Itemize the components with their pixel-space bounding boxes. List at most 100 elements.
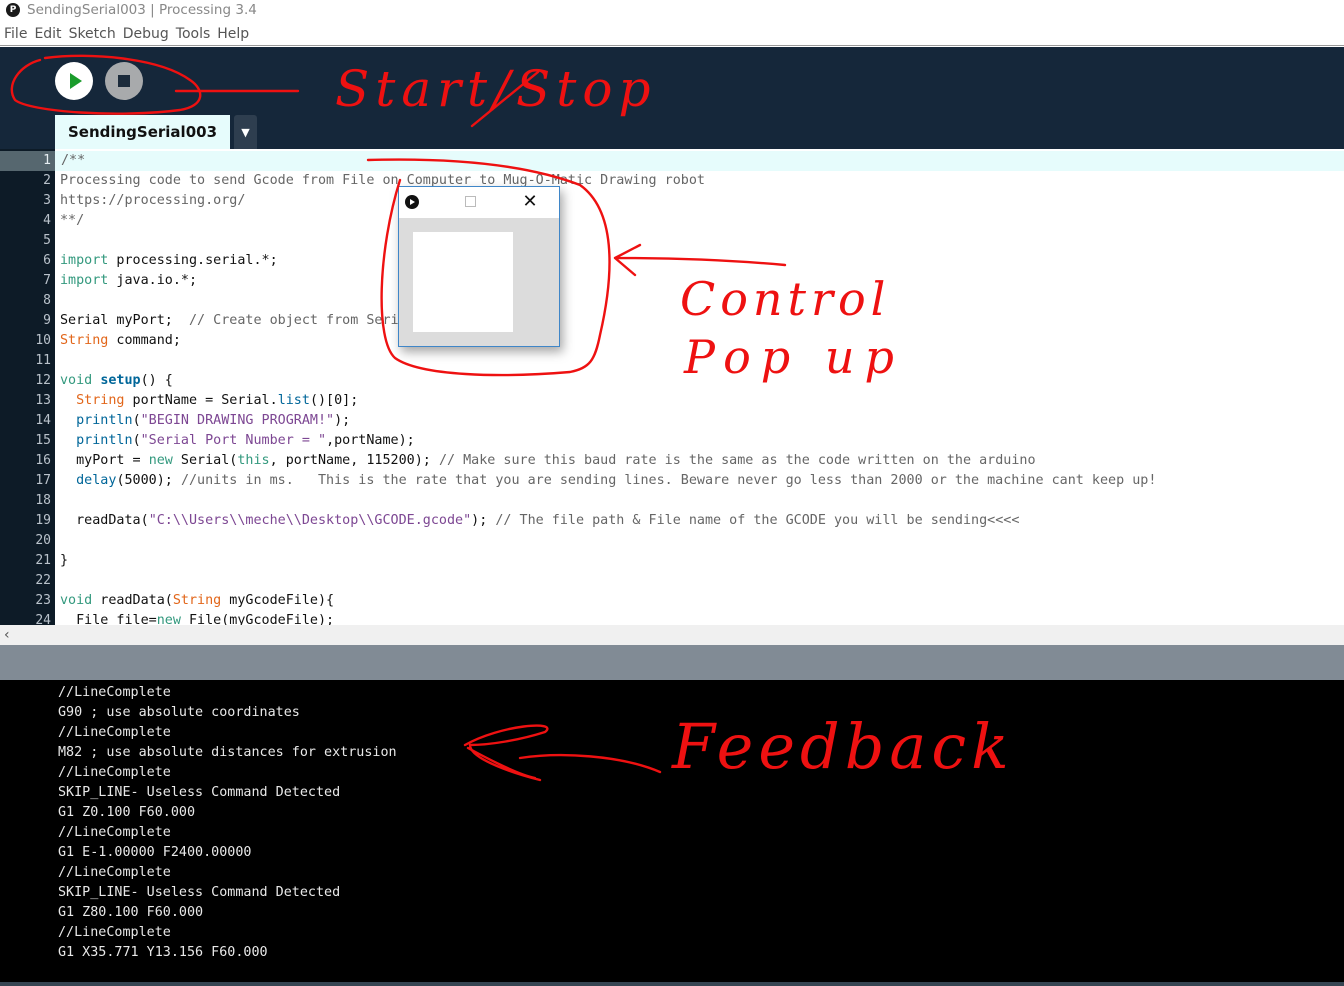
run-button[interactable] xyxy=(55,62,93,100)
code-text: File file=new File(myGcodeFile); xyxy=(52,611,334,625)
code-line[interactable]: 15 println("Serial Port Number = ",portN… xyxy=(0,431,1344,451)
code-text: String command; xyxy=(52,331,181,351)
code-token: Serial myPort; xyxy=(60,313,189,328)
code-token: // Make sure this baud rate is the same … xyxy=(438,453,1036,468)
code-line[interactable]: 8 xyxy=(0,291,1344,311)
code-line[interactable]: 10 String command; xyxy=(0,331,1344,351)
code-text: println("Serial Port Number = ",portName… xyxy=(52,431,415,451)
menu-sketch[interactable]: Sketch xyxy=(69,26,116,42)
line-number: 1 xyxy=(0,151,55,171)
line-number: 8 xyxy=(43,293,51,308)
code-token: println xyxy=(76,433,133,448)
code-line[interactable]: 20 xyxy=(0,531,1344,551)
code-line[interactable]: 1 /** xyxy=(0,151,1344,171)
code-token: //units in ms. This is the rate that you… xyxy=(180,473,1157,488)
code-line[interactable]: 9 Serial myPort; // Create object from Se… xyxy=(0,311,1344,331)
code-line[interactable]: 14 println("BEGIN DRAWING PROGRAM!"); xyxy=(0,411,1344,431)
code-token: ,portName); xyxy=(326,433,415,448)
code-token: void xyxy=(60,593,93,608)
code-line[interactable]: 6 import processing.serial.*; xyxy=(0,251,1344,271)
code-token: processing.serial.*; xyxy=(108,253,278,268)
popup-titlebar[interactable]: ✕ xyxy=(399,187,559,218)
menu-debug[interactable]: Debug xyxy=(123,26,169,42)
line-number: 18 xyxy=(35,493,51,508)
code-line[interactable]: 24 File file=new File(myGcodeFile); xyxy=(0,611,1344,625)
console-line: SKIP_LINE- Useless Command Detected xyxy=(58,885,341,900)
code-line[interactable]: 16 myPort = new Serial(this, portName, 1… xyxy=(0,451,1344,471)
menu-tools[interactable]: Tools xyxy=(176,26,211,42)
maximize-icon[interactable] xyxy=(465,196,476,207)
code-token: String xyxy=(60,333,109,348)
sketch-canvas[interactable] xyxy=(413,232,513,332)
code-token: delay xyxy=(76,473,117,488)
code-token: void xyxy=(60,373,93,388)
code-text: readData("C:\\Users\\meche\\Desktop\\GCO… xyxy=(52,511,1019,531)
code-line[interactable]: 17 delay(5000); //units in ms. This is t… xyxy=(0,471,1344,491)
menu-help[interactable]: Help xyxy=(217,26,249,42)
code-token: // The file path & File name of the GCOD… xyxy=(495,513,1020,528)
code-text: myPort = new Serial(this, portName, 1152… xyxy=(52,451,1036,471)
code-line[interactable]: 2 Processing code to send Gcode from File… xyxy=(0,171,1344,191)
sketch-popup-window[interactable]: ✕ xyxy=(398,186,560,347)
annotation-start-stop: Start/Stop xyxy=(335,60,657,118)
stop-button[interactable] xyxy=(105,62,143,100)
console-line: //LineComplete xyxy=(58,725,171,740)
line-number: 11 xyxy=(35,353,51,368)
message-area xyxy=(0,645,1344,680)
code-line[interactable]: 3 https://processing.org/ xyxy=(0,191,1344,211)
code-text: void setup() { xyxy=(52,371,173,391)
console-line: G90 ; use absolute coordinates xyxy=(58,705,300,720)
code-line[interactable]: 23 void readData(String myGcodeFile){ xyxy=(0,591,1344,611)
menu-file[interactable]: File xyxy=(4,26,27,42)
code-line[interactable]: 19 readData("C:\\Users\\meche\\Desktop\\… xyxy=(0,511,1344,531)
close-icon[interactable]: ✕ xyxy=(521,191,539,213)
line-number: 22 xyxy=(35,573,51,588)
code-token: import xyxy=(60,253,109,268)
code-text: Processing code to send Gcode from File … xyxy=(52,171,705,191)
code-token: String xyxy=(172,593,222,608)
code-token: import xyxy=(60,273,109,288)
code-editor[interactable]: 1 /** 2 Processing code to send Gcode from … xyxy=(0,149,1344,625)
tab-menu-button[interactable]: ▼ xyxy=(234,115,257,149)
code-token: , portName, 115200); xyxy=(269,453,439,468)
line-number: 2 xyxy=(43,173,51,188)
code-line[interactable]: 4 **/ xyxy=(0,211,1344,231)
annotation-control-popup-line2: Pop up xyxy=(684,330,904,384)
console-line: //LineComplete xyxy=(58,685,171,700)
code-line[interactable]: 11 xyxy=(0,351,1344,371)
line-number: 14 xyxy=(35,413,51,428)
code-token: ); xyxy=(471,513,496,528)
code-line[interactable]: 21} xyxy=(0,551,1344,571)
code-token: ); xyxy=(334,413,351,428)
code-line[interactable]: 22 xyxy=(0,571,1344,591)
code-token: (5000); xyxy=(116,473,181,488)
tab-sendingserial003[interactable]: SendingSerial003 xyxy=(55,115,230,149)
console-line: G1 X35.771 Y13.156 F60.000 xyxy=(58,945,268,960)
code-line[interactable]: 12 void setup() { xyxy=(0,371,1344,391)
menu-edit[interactable]: Edit xyxy=(34,26,61,42)
code-line[interactable]: 7 import java.io.*; xyxy=(0,271,1344,291)
line-number: 16 xyxy=(35,453,51,468)
processing-logo-icon: P xyxy=(6,3,20,17)
code-token: new xyxy=(148,453,173,468)
line-number: 4 xyxy=(43,213,51,228)
editor-horizontal-scrollbar[interactable]: ‹ xyxy=(0,625,1344,645)
scroll-left-icon[interactable]: ‹ xyxy=(4,625,10,645)
code-token: /** xyxy=(61,153,86,168)
menubar: File Edit Sketch Debug Tools Help xyxy=(0,22,1344,46)
code-line[interactable]: 13 String portName = Serial.list()[0]; xyxy=(0,391,1344,411)
code-line[interactable]: 5 xyxy=(0,231,1344,251)
line-number: 9 xyxy=(43,313,51,328)
toolbar: SendingSerial003 ▼ xyxy=(0,47,1344,149)
code-line[interactable]: 18 xyxy=(0,491,1344,511)
code-text: import processing.serial.*; xyxy=(52,251,278,271)
code-text: import java.io.*; xyxy=(52,271,197,291)
console-footer-bar xyxy=(0,982,1344,986)
code-token: this xyxy=(237,453,270,468)
